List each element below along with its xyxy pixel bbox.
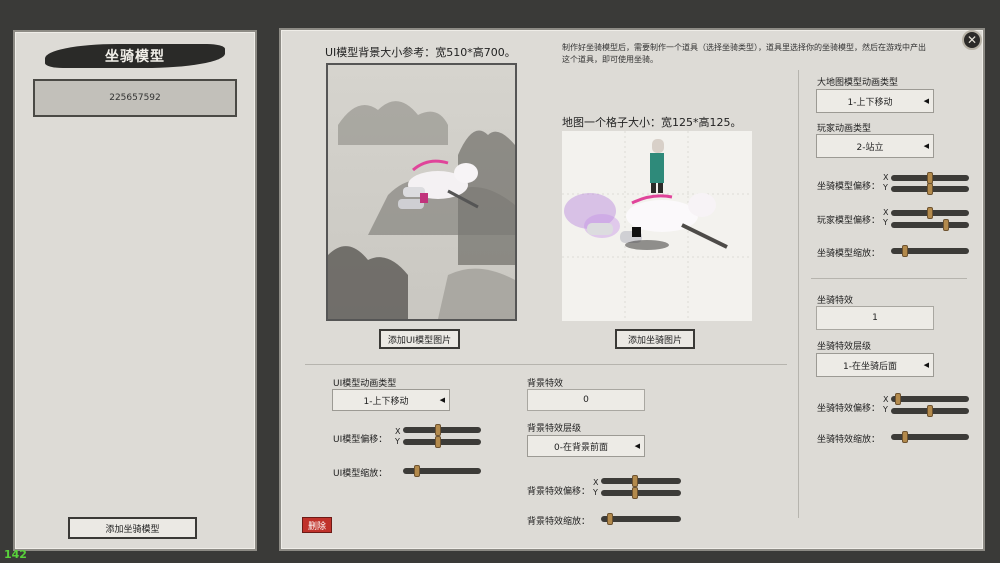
slider-knob[interactable] bbox=[607, 513, 613, 525]
bg-fx-offset-y-slider[interactable] bbox=[601, 487, 681, 499]
bg-fx-scale-label: 背景特效缩放： bbox=[527, 517, 591, 527]
mount-fx-offset-label: 坐骑特效偏移： bbox=[817, 404, 881, 414]
mount-model-id: 225657592 bbox=[109, 93, 161, 103]
add-ui-model-image-button[interactable]: 添加UI模型图片 bbox=[379, 329, 460, 349]
close-icon: ✕ bbox=[966, 33, 978, 47]
bg-fx-scale-slider[interactable] bbox=[601, 513, 681, 525]
dropdown-arrow-icon: ◀ bbox=[923, 361, 929, 369]
slider-knob[interactable] bbox=[902, 431, 908, 443]
player-offset-x-slider[interactable] bbox=[891, 207, 969, 219]
slider-knob[interactable] bbox=[435, 436, 441, 448]
panel-title: 坐骑模型 bbox=[45, 44, 225, 68]
close-button[interactable]: ✕ bbox=[962, 30, 982, 50]
slider-knob[interactable] bbox=[895, 393, 901, 405]
slider-knob[interactable] bbox=[943, 219, 949, 231]
player-anim-type-select[interactable]: 2-站立 ◀ bbox=[816, 134, 934, 158]
ui-offset-label: UI模型偏移： bbox=[333, 435, 388, 445]
bg-fx-layer-value: 0-在背景前面 bbox=[554, 442, 608, 453]
slider-knob[interactable] bbox=[414, 465, 420, 477]
mount-fx-input[interactable]: 1 bbox=[816, 306, 934, 330]
fps-counter: 142 bbox=[4, 548, 27, 561]
slider-knob[interactable] bbox=[927, 207, 933, 219]
mount-editor-panel: UI模型背景大小参考：宽510*高700。 制作好坐骑模型后，需要制作一个道具（… bbox=[279, 28, 985, 551]
mount-fx-offset-x-slider[interactable] bbox=[891, 393, 969, 405]
mount-preview-image bbox=[562, 131, 752, 321]
axis-y-label: Y bbox=[883, 405, 888, 414]
mount-offset-label: 坐骑模型偏移： bbox=[817, 182, 881, 192]
ui-anim-type-value: 1-上下移动 bbox=[363, 396, 409, 407]
ui-scale-slider[interactable] bbox=[403, 465, 481, 477]
bg-fx-offset-x-slider[interactable] bbox=[601, 475, 681, 487]
axis-x-label: X bbox=[883, 208, 889, 217]
ui-scale-label: UI模型缩放： bbox=[333, 469, 388, 479]
ui-offset-x-slider[interactable] bbox=[403, 424, 481, 436]
section-divider bbox=[305, 364, 787, 365]
bg-fx-offset-label: 背景特效偏移： bbox=[527, 487, 591, 497]
slider-knob[interactable] bbox=[632, 487, 638, 499]
axis-x-label: X bbox=[395, 427, 401, 436]
map-anim-type-select[interactable]: 1-上下移动 ◀ bbox=[816, 89, 934, 113]
slider-knob[interactable] bbox=[927, 183, 933, 195]
bg-fx-input[interactable]: 0 bbox=[527, 389, 645, 411]
map-anim-type-value: 1-上下移动 bbox=[847, 97, 893, 108]
axis-y-label: Y bbox=[593, 488, 598, 497]
mount-fx-label: 坐骑特效 bbox=[817, 296, 854, 306]
mount-offset-x-slider[interactable] bbox=[891, 172, 969, 184]
usage-note-line2: 这个道具，即可使用坐骑。 bbox=[562, 55, 658, 64]
mount-model-item[interactable]: 225657592 bbox=[33, 79, 237, 117]
axis-y-label: Y bbox=[883, 183, 888, 192]
usage-note-line1: 制作好坐骑模型后，需要制作一个道具（选择坐骑类型），道具里选择你的坐骑模型，然后… bbox=[562, 43, 926, 52]
mount-fx-scale-label: 坐骑特效缩放： bbox=[817, 435, 881, 445]
axis-y-label: Y bbox=[883, 218, 888, 227]
delete-button[interactable]: 删除 bbox=[302, 517, 332, 533]
player-anim-type-value: 2-站立 bbox=[856, 142, 884, 153]
bg-fx-layer-select[interactable]: 0-在背景前面 ◀ bbox=[527, 435, 645, 457]
slider-knob[interactable] bbox=[435, 424, 441, 436]
mount-scale-slider[interactable] bbox=[891, 245, 969, 257]
column-divider bbox=[798, 70, 799, 518]
dropdown-arrow-icon: ◀ bbox=[923, 142, 929, 150]
slider-knob[interactable] bbox=[927, 405, 933, 417]
slider-knob[interactable] bbox=[632, 475, 638, 487]
bg-fx-label: 背景特效 bbox=[527, 379, 564, 389]
player-offset-label: 玩家模型偏移： bbox=[817, 216, 881, 226]
map-grid-size-label: 地图一个格子大小：宽125*高125。 bbox=[562, 116, 742, 129]
ink-landscape-image bbox=[328, 65, 515, 319]
mount-fx-layer-value: 1-在坐骑后面 bbox=[843, 361, 897, 372]
mount-map-preview bbox=[562, 131, 752, 321]
axis-x-label: X bbox=[593, 478, 599, 487]
ui-model-preview bbox=[326, 63, 517, 321]
ui-bg-size-label: UI模型背景大小参考：宽510*高700。 bbox=[325, 46, 516, 59]
dropdown-arrow-icon: ◀ bbox=[439, 396, 445, 404]
mount-fx-scale-slider[interactable] bbox=[891, 431, 969, 443]
right-section-divider bbox=[811, 278, 967, 279]
add-mount-model-button[interactable]: 添加坐骑模型 bbox=[68, 517, 197, 539]
mount-fx-layer-label: 坐骑特效层级 bbox=[817, 342, 872, 352]
ui-offset-y-slider[interactable] bbox=[403, 436, 481, 448]
mount-list-panel: 坐骑模型 225657592 bbox=[13, 30, 257, 551]
mount-fx-layer-select[interactable]: 1-在坐骑后面 ◀ bbox=[816, 353, 934, 377]
mount-fx-offset-y-slider[interactable] bbox=[891, 405, 969, 417]
mount-scale-label: 坐骑模型缩放： bbox=[817, 249, 881, 259]
player-offset-y-slider[interactable] bbox=[891, 219, 969, 231]
dropdown-arrow-icon: ◀ bbox=[634, 442, 640, 450]
ui-anim-type-select[interactable]: 1-上下移动 ◀ bbox=[332, 389, 450, 411]
ui-anim-type-label: UI模型动画类型 bbox=[333, 379, 397, 389]
dropdown-arrow-icon: ◀ bbox=[923, 97, 929, 105]
mount-offset-y-slider[interactable] bbox=[891, 183, 969, 195]
player-anim-type-label: 玩家动画类型 bbox=[817, 124, 872, 134]
axis-x-label: X bbox=[883, 395, 889, 404]
map-anim-type-label: 大地图模型动画类型 bbox=[817, 78, 899, 88]
axis-y-label: Y bbox=[395, 437, 400, 446]
slider-knob[interactable] bbox=[902, 245, 908, 257]
add-mount-image-button[interactable]: 添加坐骑图片 bbox=[615, 329, 695, 349]
bg-fx-layer-label: 背景特效层级 bbox=[527, 424, 582, 434]
axis-x-label: X bbox=[883, 173, 889, 182]
